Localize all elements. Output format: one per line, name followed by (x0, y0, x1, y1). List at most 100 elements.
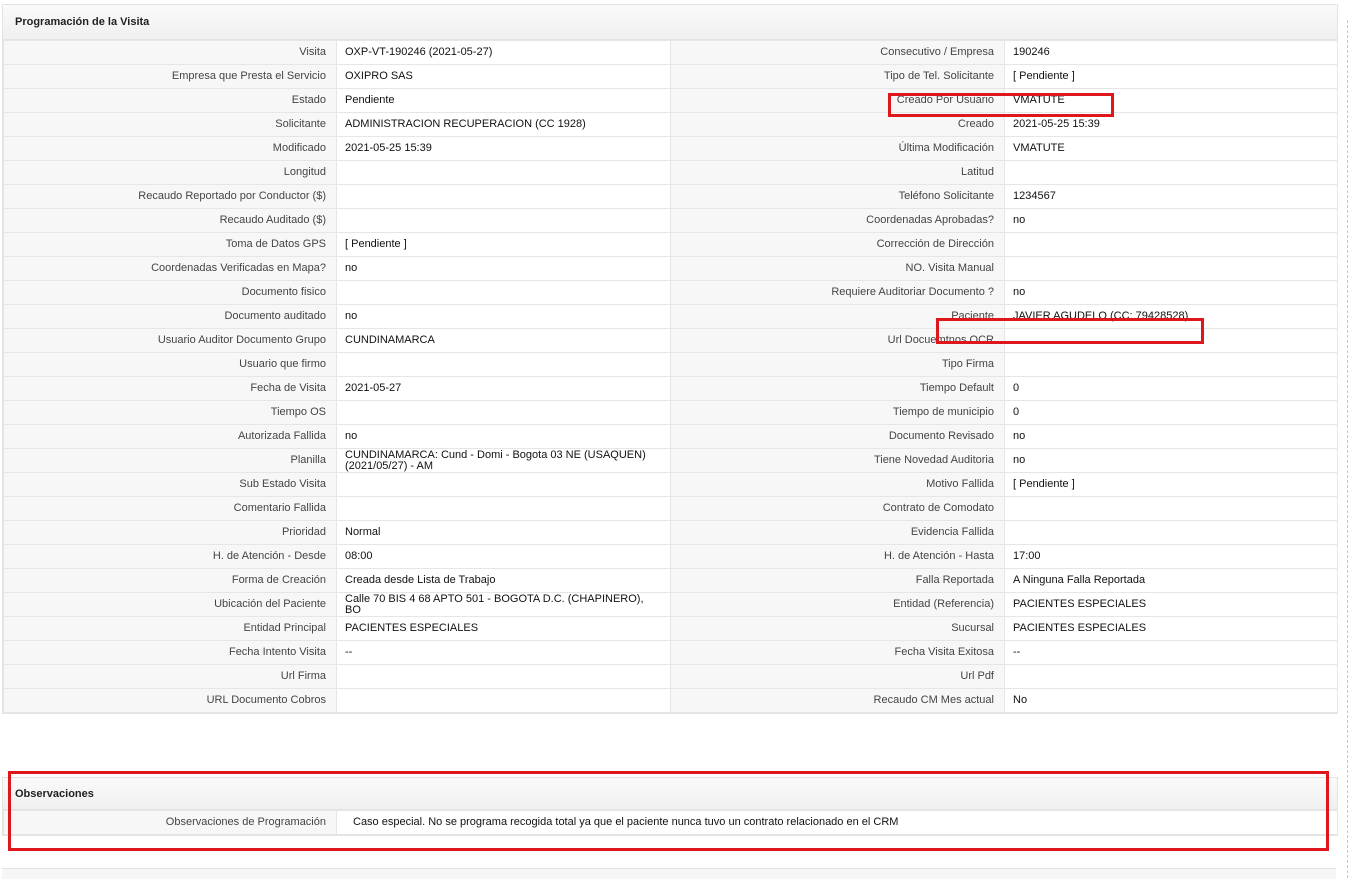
field-value-tipo-de-tel-solicitante: [ Pendiente ] (1004, 64, 1338, 89)
field-value-documento-auditado: no (336, 304, 671, 329)
field-value-url-firma (336, 664, 671, 689)
table-row: Tiempo OS Tiempo de municipio 0 (3, 400, 1338, 425)
table-row: Documento fisico Requiere Auditoriar Docu… (3, 280, 1338, 305)
field-value-tiene-novedad-auditoria: no (1004, 448, 1338, 473)
field-value-fecha-visita-exitosa: -- (1004, 640, 1338, 665)
table-row: Forma de Creación Creada desde Lista de T… (3, 568, 1338, 593)
field-label-contrato-de-comodato: Contrato de Comodato (670, 496, 1005, 521)
field-value-recaudo-auditado (336, 208, 671, 233)
table-row: Usuario que firmo Tipo Firma (3, 352, 1338, 377)
field-label-forma-de-creacion: Forma de Creación (3, 568, 337, 593)
field-value-paciente: JAVIER AGUDELO (CC: 79428528) (1004, 304, 1338, 329)
table-row: Observaciones de Programación Caso espec… (3, 810, 1338, 835)
field-label-documento-fisico: Documento fisico (3, 280, 337, 305)
field-value-recaudo-reportado-por-conductor (336, 184, 671, 209)
field-label-tiempo-default: Tiempo Default (670, 376, 1005, 401)
observaciones-programacion-label: Observaciones de Programación (3, 810, 337, 835)
table-row: Empresa que Presta el Servicio OXIPRO SAS… (3, 64, 1338, 89)
table-row: Fecha de Visita 2021-05-27 Tiempo Default… (3, 376, 1338, 401)
field-label-entidad-referencia: Entidad (Referencia) (670, 592, 1005, 617)
field-label-fecha-intento-visita: Fecha Intento Visita (3, 640, 337, 665)
programacion-title: Programación de la Visita (3, 5, 1337, 40)
field-label-url-firma: Url Firma (3, 664, 337, 689)
table-row: Coordenadas Verificadas en Mapa? no NO. V… (3, 256, 1338, 281)
field-label-url-pdf: Url Pdf (670, 664, 1005, 689)
field-label-modificado: Modificado (3, 136, 337, 161)
field-value-falla-reportada: A Ninguna Falla Reportada (1004, 568, 1338, 593)
field-value-usuario-auditor-documento-grupo: CUNDINAMARCA (336, 328, 671, 353)
field-label-fecha-de-visita: Fecha de Visita (3, 376, 337, 401)
field-label-coordenadas-aprobadas: Coordenadas Aprobadas? (670, 208, 1005, 233)
field-value-longitud (336, 160, 671, 185)
observaciones-title: Observaciones (3, 778, 1337, 810)
field-value-contrato-de-comodato (1004, 496, 1338, 521)
field-value-empresa-que-presta-el-servicio: OXIPRO SAS (336, 64, 671, 89)
field-label-empresa-que-presta-el-servicio: Empresa que Presta el Servicio (3, 64, 337, 89)
field-label-telefono-solicitante: Teléfono Solicitante (670, 184, 1005, 209)
field-value-no-visita-manual (1004, 256, 1338, 281)
table-row: Fecha Intento Visita -- Fecha Visita Exit… (3, 640, 1338, 665)
field-value-h-de-atencion-hasta: 17:00 (1004, 544, 1338, 569)
field-value-autorizada-fallida: no (336, 424, 671, 449)
field-value-correccion-de-direccion (1004, 232, 1338, 257)
field-label-autorizada-fallida: Autorizada Fallida (3, 424, 337, 449)
next-panel-edge (2, 868, 1336, 879)
field-label-tiempo-de-municipio: Tiempo de municipio (670, 400, 1005, 425)
field-value-modificado: 2021-05-25 15:39 (336, 136, 671, 161)
field-label-fecha-visita-exitosa: Fecha Visita Exitosa (670, 640, 1005, 665)
field-value-tipo-firma (1004, 352, 1338, 377)
table-row: Estado Pendiente Creado Por Usuario VMATUTE (3, 88, 1338, 113)
field-label-h-de-atencion-hasta: H. de Atención - Hasta (670, 544, 1005, 569)
table-row: Planilla CUNDINAMARCA: Cund - Domi - Bogo… (3, 448, 1338, 473)
field-value-sucursal: PACIENTES ESPECIALES (1004, 616, 1338, 641)
observaciones-panel: Observaciones Observaciones de Programac… (2, 777, 1338, 836)
field-label-documento-auditado: Documento auditado (3, 304, 337, 329)
field-label-creado: Creado (670, 112, 1005, 137)
table-row: Toma de Datos GPS[ Pendiente ] Corrección… (3, 232, 1338, 257)
programacion-panel: Programación de la Visita Visita OXP-VT-1… (2, 4, 1338, 714)
field-label-toma-de-datos-gps: Toma de Datos GPS (3, 232, 337, 257)
field-label-prioridad: Prioridad (3, 520, 337, 545)
field-value-motivo-fallida: [ Pendiente ] (1004, 472, 1338, 497)
table-row: Documento auditado no Paciente JAVIER AGUD… (3, 304, 1338, 329)
table-row: Comentario Fallida Contrato de Comodato (3, 496, 1338, 521)
field-label-h-de-atencion-desde: H. de Atención - Desde (3, 544, 337, 569)
field-value-entidad-principal: PACIENTES ESPECIALES (336, 616, 671, 641)
table-row: Recaudo Reportado por Conductor ($) Teléf… (3, 184, 1338, 209)
field-value-planilla: CUNDINAMARCA: Cund - Domi - Bogota 03 NE… (336, 448, 671, 473)
field-value-creado-por-usuario: VMATUTE (1004, 88, 1338, 113)
field-label-paciente: Paciente (670, 304, 1005, 329)
field-value-consecutivo-empresa: 190246 (1004, 40, 1338, 65)
field-value-solicitante: ADMINISTRACION RECUPERACION (CC 1928) (336, 112, 671, 137)
field-label-url-documento-cobros: URL Documento Cobros (3, 688, 337, 713)
field-label-tiempo-os: Tiempo OS (3, 400, 337, 425)
field-value-documento-revisado: no (1004, 424, 1338, 449)
field-value-comentario-fallida (336, 496, 671, 521)
field-value-url-pdf (1004, 664, 1338, 689)
field-value-tiempo-default: 0 (1004, 376, 1338, 401)
table-row: Url Firma Url Pdf (3, 664, 1338, 689)
field-label-latitud: Latitud (670, 160, 1005, 185)
field-label-solicitante: Solicitante (3, 112, 337, 137)
table-row: Autorizada Fallida no Documento Revisado … (3, 424, 1338, 449)
field-value-h-de-atencion-desde: 08:00 (336, 544, 671, 569)
table-row: Visita OXP-VT-190246 (2021-05-27) Consecut… (3, 40, 1338, 65)
field-label-estado: Estado (3, 88, 337, 113)
field-value-sub-estado-visita (336, 472, 671, 497)
field-label-motivo-fallida: Motivo Fallida (670, 472, 1005, 497)
field-value-telefono-solicitante: 1234567 (1004, 184, 1338, 209)
field-label-creado-por-usuario: Creado Por Usuario (670, 88, 1005, 113)
field-value-url-docuemtnos-ocr (1004, 328, 1338, 353)
field-value-fecha-intento-visita: -- (336, 640, 671, 665)
table-row: URL Documento Cobros Recaudo CM Mes actua… (3, 688, 1338, 713)
page-scrollbar[interactable] (1347, 20, 1348, 878)
field-value-latitud (1004, 160, 1338, 185)
field-label-no-visita-manual: NO. Visita Manual (670, 256, 1005, 281)
field-value-forma-de-creacion: Creada desde Lista de Trabajo (336, 568, 671, 593)
table-row: Usuario Auditor Documento Grupo CUNDINAMA… (3, 328, 1338, 353)
field-label-recaudo-auditado: Recaudo Auditado ($) (3, 208, 337, 233)
field-value-coordenadas-aprobadas: no (1004, 208, 1338, 233)
programacion-table: Visita OXP-VT-190246 (2021-05-27) Consecut… (3, 40, 1338, 713)
table-row: Ubicación del Paciente Calle 70 BIS 4 68 … (3, 592, 1338, 617)
field-value-visita: OXP-VT-190246 (2021-05-27) (336, 40, 671, 65)
